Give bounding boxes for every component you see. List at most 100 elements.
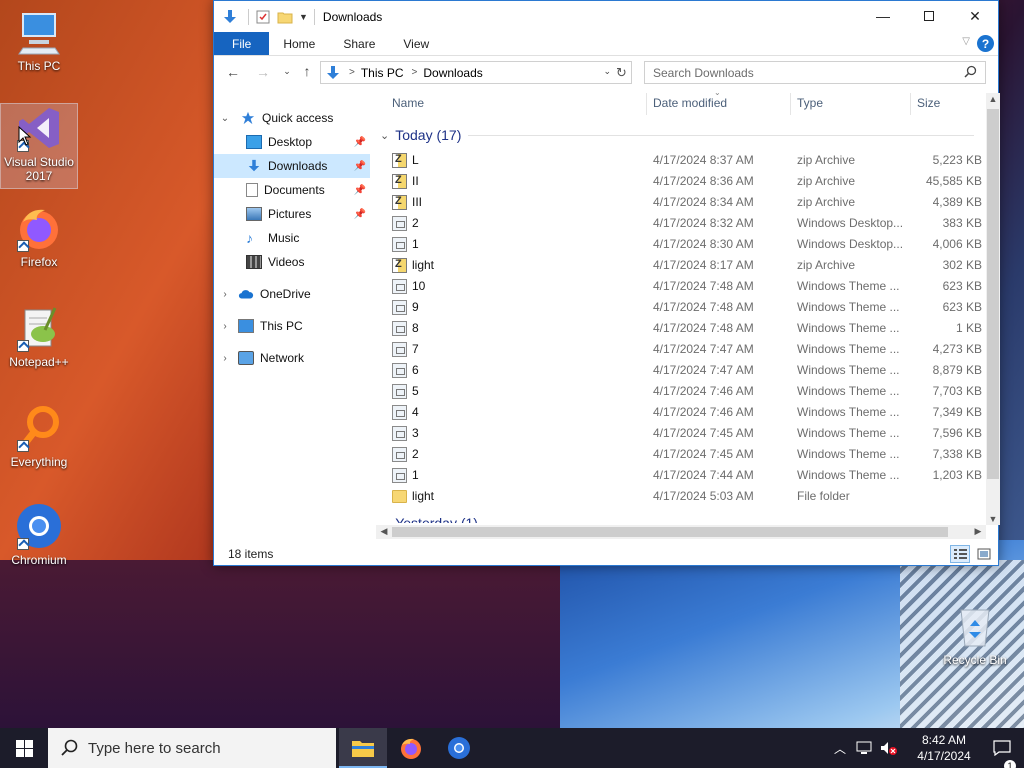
column-divider[interactable] [790,93,791,115]
back-arrow-icon[interactable]: ← [222,64,244,80]
vertical-scrollbar[interactable]: ▲ ▼ [986,93,1000,525]
tab-view[interactable]: View [389,32,443,55]
nav-desktop[interactable]: Desktop 📌 [214,130,370,154]
tab-file[interactable]: File [214,32,270,55]
desktop-icon-this-pc[interactable]: This PC [1,8,77,73]
file-row[interactable]: 6 4/17/2024 7:47 AM Windows Theme ... 8,879… [376,360,986,381]
group-header-yesterday[interactable]: ⌄ Yesterday (1) [380,513,478,523]
file-row[interactable]: 2 4/17/2024 8:32 AM Windows Desktop... 383 … [376,213,986,234]
minimize-button[interactable]: — [860,1,906,31]
pin-icon[interactable]: 📌 [354,209,366,220]
maximize-button[interactable] [906,1,952,31]
file-row[interactable]: 2 4/17/2024 7:45 AM Windows Theme ... 7,338… [376,444,986,465]
column-header-size[interactable]: Size [917,93,940,113]
nav-pictures[interactable]: Pictures 📌 [214,202,370,226]
taskbar-firefox[interactable] [387,728,435,768]
nav-this-pc[interactable]: › This PC [218,314,368,338]
file-row[interactable]: 7 4/17/2024 7:47 AM Windows Theme ... 4,273… [376,339,986,360]
file-row[interactable]: 4 4/17/2024 7:46 AM Windows Theme ... 7,349… [376,402,986,423]
nav-videos[interactable]: Videos [214,250,370,274]
show-hidden-icons-chevron-icon[interactable]: ︿ [834,740,846,757]
vertical-scroll-thumb[interactable] [987,109,999,479]
column-divider[interactable] [646,93,647,115]
group-header-today[interactable]: ⌄ Today (17) [380,125,461,145]
breadcrumb-this-pc[interactable]: This PC [361,66,404,80]
breadcrumb-separator-icon[interactable]: > [412,67,418,78]
item-count: 18 items [228,547,274,561]
taskbar-chromium[interactable] [435,728,483,768]
notification-count-badge: 1 [1004,760,1016,768]
scroll-up-arrow-icon[interactable]: ▲ [986,94,1000,104]
column-header-type[interactable]: Type [797,93,823,113]
nav-downloads[interactable]: Downloads 📌 [214,154,370,178]
collapsed-chevron-icon[interactable]: › [218,353,232,364]
desktop-icon-chromium[interactable]: Chromium [1,502,77,567]
pin-icon[interactable]: 📌 [354,137,366,148]
file-row[interactable]: II 4/17/2024 8:36 AM zip Archive 45,585 KB [376,171,986,192]
collapsed-chevron-icon[interactable]: › [218,321,232,332]
expand-ribbon-chevron-icon[interactable]: ▽ [962,36,970,47]
breadcrumb-separator-icon[interactable]: > [349,67,355,78]
file-row[interactable]: 8 4/17/2024 7:48 AM Windows Theme ... 1 KB [376,318,986,339]
nav-network[interactable]: › Network [218,346,368,370]
file-row[interactable]: 5 4/17/2024 7:46 AM Windows Theme ... 7,703… [376,381,986,402]
tab-share[interactable]: Share [329,32,389,55]
nav-onedrive[interactable]: › OneDrive [218,282,368,306]
customize-toolbar-chevron-icon[interactable]: ▼ [299,12,308,22]
tab-home[interactable]: Home [269,32,329,55]
desktop-icon-notepad-plus-plus[interactable]: Notepad++ [1,304,77,369]
details-view-button[interactable] [950,545,970,563]
pin-icon[interactable]: 📌 [354,161,366,172]
taskbar-clock[interactable]: 8:42 AM 4/17/2024 [908,732,980,764]
network-icon[interactable] [856,741,872,755]
refresh-icon[interactable]: ↻ [616,65,632,81]
properties-icon[interactable] [255,9,271,25]
expanded-chevron-icon[interactable]: ⌄ [218,113,232,124]
file-row[interactable]: L 4/17/2024 8:37 AM zip Archive 5,223 KB [376,150,986,171]
up-arrow-icon[interactable]: ↑ [296,63,318,79]
column-header-name[interactable]: Name [392,93,424,113]
scroll-down-arrow-icon[interactable]: ▼ [986,514,1000,524]
collapsed-chevron-icon[interactable]: › [218,289,232,300]
file-row[interactable]: light 4/17/2024 5:03 AM File folder [376,486,986,507]
address-bar[interactable]: > This PC > Downloads ⌄ [320,61,632,84]
taskbar-search-input[interactable]: Type here to search [48,728,336,768]
desktop-icon-recycle-bin[interactable]: Recycle Bin [937,602,1013,667]
file-row[interactable]: 10 4/17/2024 7:48 AM Windows Theme ... 623 … [376,276,986,297]
recent-locations-chevron-icon[interactable]: ⌄ [276,66,298,77]
file-row[interactable]: III 4/17/2024 8:34 AM zip Archive 4,389 KB [376,192,986,213]
nav-documents[interactable]: Documents 📌 [214,178,370,202]
volume-muted-icon[interactable] [880,741,898,755]
address-dropdown-chevron-icon[interactable]: ⌄ [603,66,611,77]
breadcrumb-downloads[interactable]: Downloads [423,66,482,80]
horizontal-scrollbar[interactable]: ◀ ▶ [376,525,986,539]
scroll-right-arrow-icon[interactable]: ▶ [971,526,985,537]
desktop-icon-everything[interactable]: Everything [1,404,77,469]
desktop-icon-label: Chromium [11,553,67,567]
help-button[interactable]: ? [977,35,994,52]
nav-music[interactable]: ♪ Music [214,226,370,250]
start-button[interactable] [0,728,48,768]
file-row[interactable]: light 4/17/2024 8:17 AM zip Archive 302 KB [376,255,986,276]
details-view-icon [954,549,967,559]
column-divider[interactable] [910,93,911,115]
pin-icon[interactable]: 📌 [354,185,366,196]
search-input[interactable]: Search Downloads [644,61,986,84]
desktop-icon-visual-studio[interactable]: Visual Studio 2017 [0,103,78,189]
file-row[interactable]: 3 4/17/2024 7:45 AM Windows Theme ... 7,596… [376,423,986,444]
desktop-icon-firefox[interactable]: Firefox [1,204,77,269]
theme-file-icon [392,405,407,420]
file-row[interactable]: 1 4/17/2024 7:44 AM Windows Theme ... 1,203… [376,465,986,486]
horizontal-scroll-thumb[interactable] [392,527,948,537]
new-folder-icon[interactable] [277,9,293,25]
forward-arrow-icon[interactable]: → [252,64,274,80]
large-icons-view-button[interactable] [974,545,994,563]
file-row[interactable]: 1 4/17/2024 8:30 AM Windows Desktop... 4,00… [376,234,986,255]
close-button[interactable]: ✕ [952,1,998,31]
file-row[interactable]: 9 4/17/2024 7:48 AM Windows Theme ... 623 K… [376,297,986,318]
nav-quick-access[interactable]: ⌄ Quick access [218,106,368,130]
scroll-left-arrow-icon[interactable]: ◀ [377,526,391,537]
taskbar-file-explorer[interactable] [339,728,387,768]
title-bar[interactable]: ▼ Downloads — ✕ [214,1,998,32]
action-center-button[interactable]: 1 [980,740,1024,768]
